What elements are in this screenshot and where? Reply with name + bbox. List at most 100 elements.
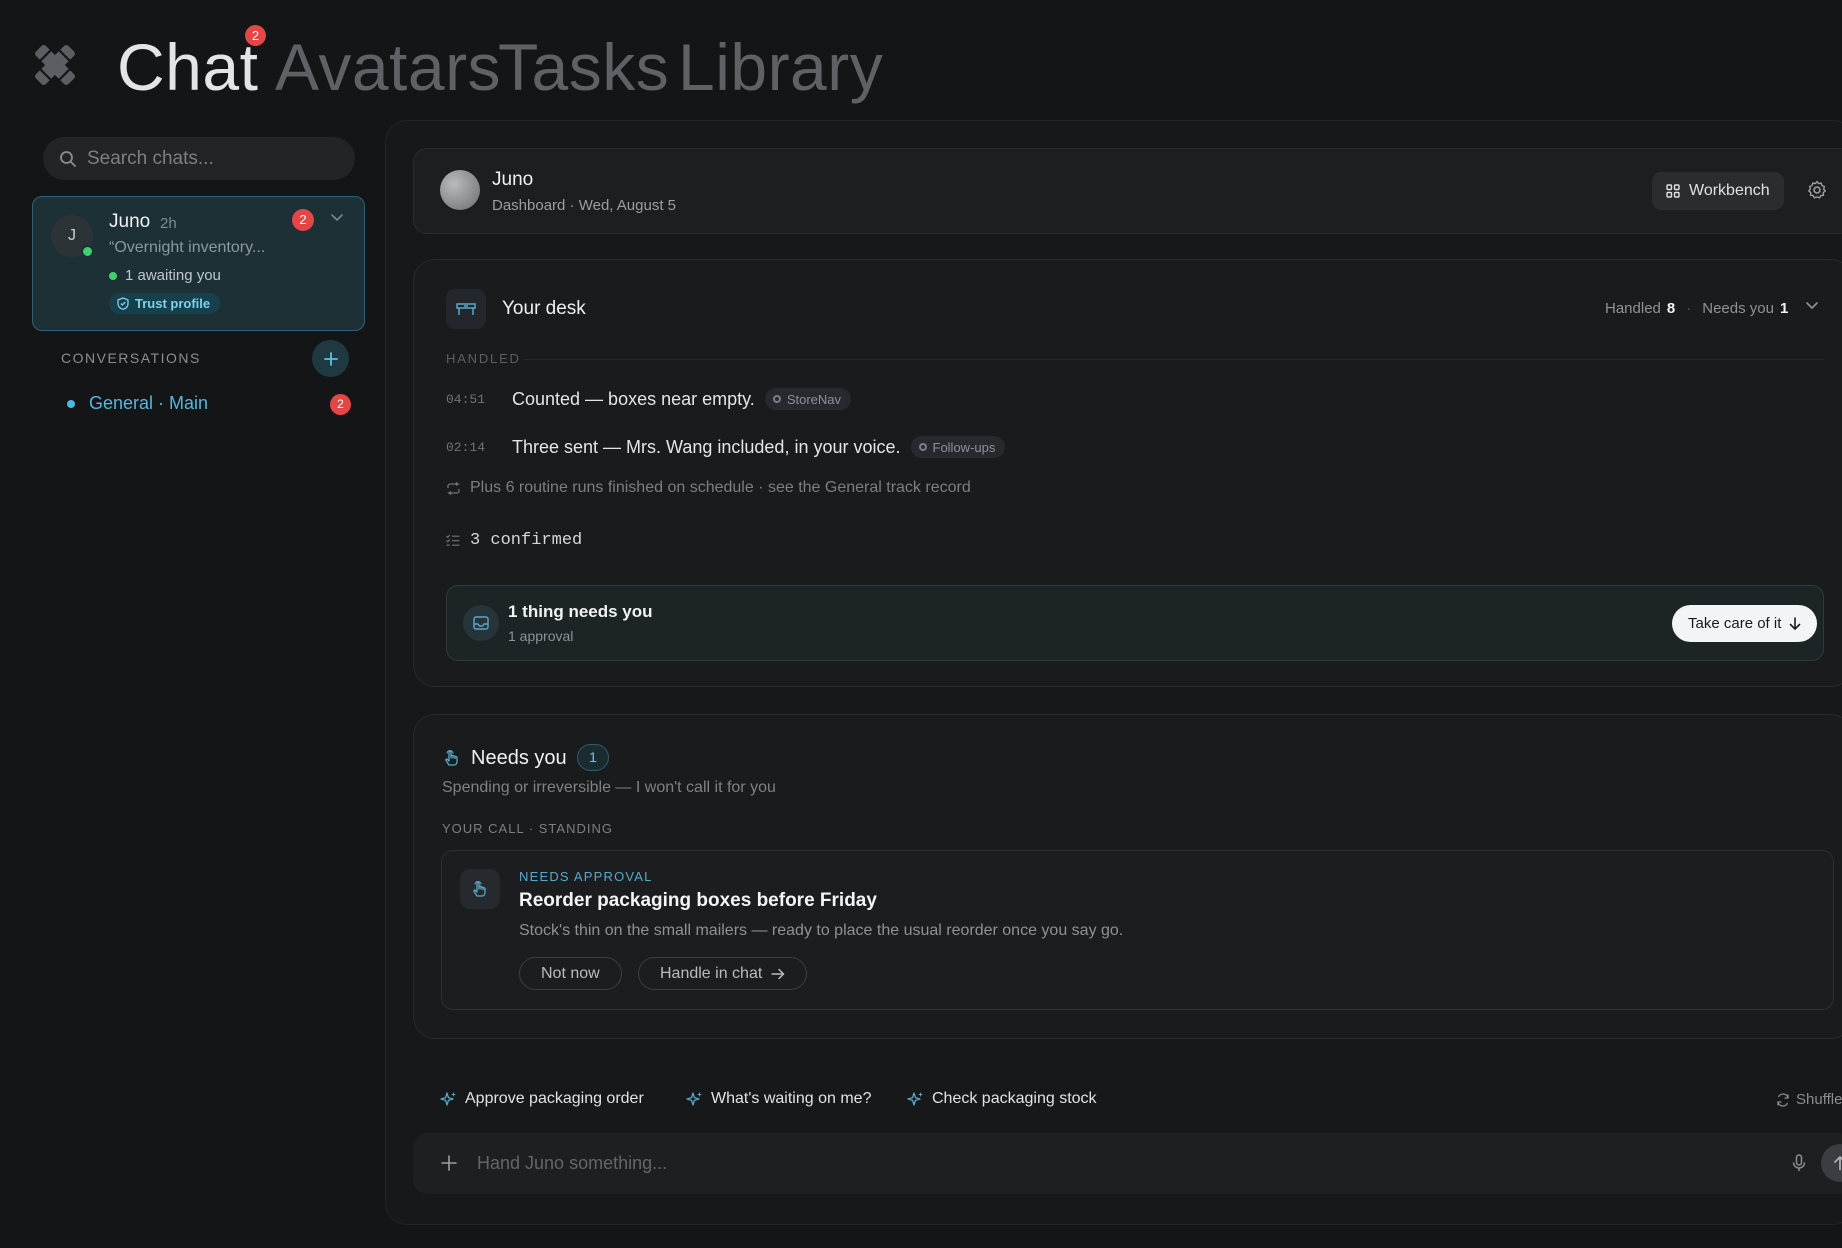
shuffle-label: Shuffle	[1796, 1091, 1842, 1108]
unread-badge: 2	[292, 209, 314, 231]
suggestion-label: Check packaging stock	[932, 1090, 1097, 1107]
routine-text: Plus 6 routine runs finished on schedule…	[470, 479, 971, 496]
repeat-icon	[447, 481, 460, 495]
header-subtitle: Dashboard · Wed, August 5	[492, 197, 676, 214]
log-entry: 04:51 Counted — boxes near empty. StoreN…	[446, 388, 852, 410]
suggestion-approve-packaging-order[interactable]: Approve packaging order	[440, 1090, 644, 1108]
approval-card: NEEDS APPROVAL Reorder packaging boxes b…	[441, 850, 1834, 1010]
arrow-up-icon	[1834, 1156, 1842, 1171]
online-status-dot	[81, 245, 94, 258]
search-icon	[60, 150, 76, 167]
message-input[interactable]	[477, 1145, 1577, 1181]
tab-library[interactable]: Library	[678, 28, 883, 106]
desk-stats: Handled 8 · Needs you 1	[1605, 300, 1788, 317]
active-conversation-dot	[67, 399, 75, 408]
suggestion-label: Approve packaging order	[465, 1090, 644, 1107]
needs-you-subtitle: Spending or irreversible — I won't call …	[442, 779, 776, 796]
handled-section-label: HANDLED	[446, 351, 521, 366]
search-chats[interactable]	[43, 137, 355, 180]
avatar	[440, 170, 480, 210]
handle-in-chat-label: Handle in chat	[660, 964, 763, 982]
handle-in-chat-button[interactable]: Handle in chat	[638, 957, 808, 990]
inbox-icon	[463, 605, 499, 641]
awaiting-dot	[109, 271, 117, 280]
take-care-label: Take care of it	[1688, 615, 1782, 632]
your-call-label: YOUR CALL · STANDING	[442, 821, 613, 836]
log-text: Counted — boxes near empty.	[512, 388, 755, 409]
conversation-unread-badge: 2	[330, 394, 351, 415]
conversation-item-general-main[interactable]: General · Main	[67, 393, 208, 414]
needs-strip-title: 1 thing needs you	[508, 602, 653, 621]
routine-runs-link[interactable]: Plus 6 routine runs finished on schedule…	[446, 479, 971, 497]
chevron-down-icon[interactable]	[1804, 297, 1820, 313]
needs-you-count-badge: 1	[577, 744, 609, 771]
chip-label: Follow-ups	[932, 439, 996, 455]
checklist-icon	[446, 534, 460, 546]
confirmed-summary: 3 confirmed	[446, 531, 582, 550]
needs-strip-subtitle: 1 approval	[508, 628, 574, 644]
chat-notification-badge: 2	[245, 25, 266, 46]
tab-chat[interactable]: Chat	[117, 28, 258, 106]
needs-you-strip: 1 thing needs you 1 approval Take care o…	[446, 585, 1824, 661]
shuffle-suggestions-button[interactable]: Shuffle	[1776, 1091, 1842, 1108]
search-input[interactable]	[87, 147, 337, 170]
awaiting-text: 1 awaiting you	[125, 267, 221, 284]
needs-stat-count: 1	[1779, 300, 1789, 317]
attach-plus-icon[interactable]	[439, 1153, 459, 1173]
message-preview: “Overnight inventory...	[109, 239, 266, 256]
conversation-label: General · Main	[89, 393, 209, 413]
chip-label: StoreNav	[786, 391, 842, 407]
send-button[interactable]	[1821, 1144, 1842, 1182]
desk-title: Your desk	[502, 298, 586, 319]
approval-title: Reorder packaging boxes before Friday	[519, 890, 877, 911]
source-chip[interactable]: Follow-ups	[910, 436, 1006, 458]
hand-pointer-icon	[445, 750, 458, 766]
shield-icon	[117, 297, 129, 310]
log-text: Three sent — Mrs. Wang included, in your…	[512, 436, 901, 457]
not-now-label: Not now	[541, 964, 600, 982]
confirmed-text: 3 confirmed	[470, 531, 583, 550]
suggestion-whats-waiting[interactable]: What's waiting on me?	[686, 1090, 871, 1108]
log-time: 02:14	[446, 439, 486, 455]
sparkle-icon	[907, 1091, 923, 1106]
needs-you-card: Needs you 1 Spending or irreversible — I…	[413, 714, 1842, 1039]
trust-profile-button[interactable]: Trust profile	[109, 293, 221, 314]
message-composer	[413, 1133, 1842, 1194]
chat-header: Juno Dashboard · Wed, August 5 Workbench	[413, 148, 1842, 234]
avatar-card-juno[interactable]: J Juno 2h 2 “Overnight inventory... 1 aw…	[32, 196, 365, 331]
tab-tasks[interactable]: Tasks	[498, 28, 669, 106]
app-logo-icon	[35, 45, 75, 85]
log-entry: 02:14 Three sent — Mrs. Wang included, i…	[446, 436, 1006, 458]
needs-you-title: Needs you	[471, 747, 567, 769]
handled-stat-label: Handled	[1605, 300, 1661, 317]
plus-icon	[323, 351, 338, 366]
suggestion-check-packaging-stock[interactable]: Check packaging stock	[907, 1090, 1097, 1108]
your-desk-card: Your desk Handled 8 · Needs you 1 HANDLE…	[413, 259, 1842, 687]
chevron-down-icon[interactable]	[329, 209, 345, 225]
source-chip[interactable]: StoreNav	[764, 388, 852, 410]
microphone-icon[interactable]	[1789, 1153, 1809, 1173]
arrow-right-icon	[771, 968, 785, 979]
chip-dot-icon	[918, 443, 927, 451]
sparkle-icon	[440, 1091, 456, 1106]
log-time: 04:51	[446, 391, 486, 407]
arrow-down-icon	[1790, 617, 1801, 630]
workbench-button[interactable]: Workbench	[1652, 172, 1784, 210]
tab-avatars[interactable]: Avatars	[275, 28, 501, 106]
stat-separator: ·	[1686, 300, 1692, 317]
desk-icon	[446, 289, 486, 329]
conversations-heading: CONVERSATIONS	[61, 350, 201, 366]
workbench-label: Workbench	[1689, 182, 1770, 199]
suggestion-label: What's waiting on me?	[711, 1090, 872, 1107]
awaiting-status: 1 awaiting you	[109, 267, 221, 284]
header-name: Juno	[492, 169, 534, 190]
approval-description: Stock's thin on the small mailers — read…	[519, 922, 1124, 939]
divider	[524, 359, 1824, 360]
not-now-button[interactable]: Not now	[519, 957, 622, 990]
needs-stat-label: Needs you	[1702, 300, 1774, 317]
avatar-name: Juno	[109, 211, 151, 232]
take-care-button[interactable]: Take care of it	[1672, 605, 1818, 642]
grid-icon	[1666, 184, 1680, 198]
gear-icon[interactable]	[1807, 180, 1827, 200]
add-conversation-button[interactable]	[312, 340, 349, 377]
